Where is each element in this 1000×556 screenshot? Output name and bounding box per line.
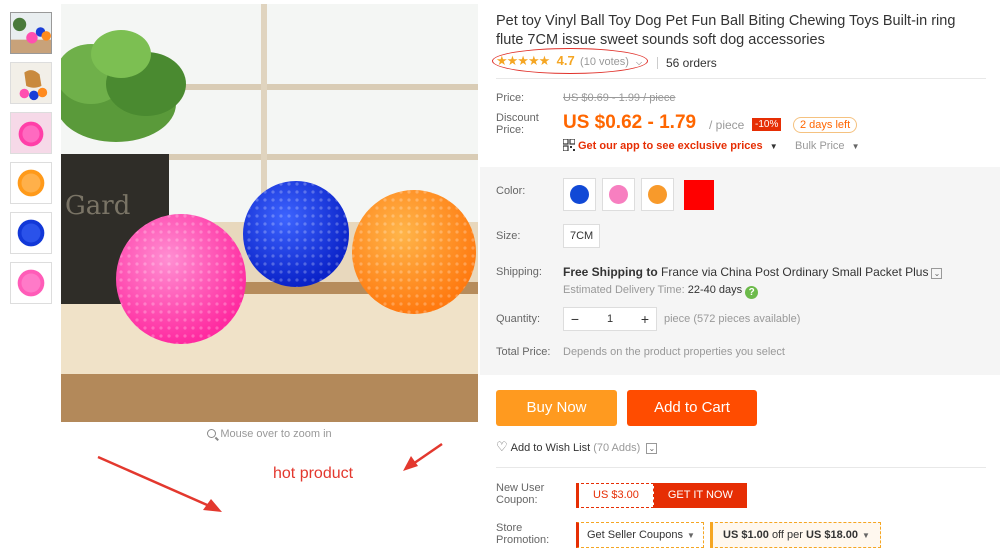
increase-button[interactable]: +: [634, 311, 656, 327]
hot-product-annotation: hot product: [273, 465, 354, 482]
bulk-price-dropdown[interactable]: Bulk Price ▼: [795, 140, 860, 152]
decrease-button[interactable]: −: [564, 311, 586, 327]
wish-list-link[interactable]: ♡ Add to Wish List (70 Adds) ⌄: [496, 439, 658, 455]
original-price: US $0.69 - 1.99 / piece: [563, 92, 676, 104]
size-label: Size:: [496, 230, 521, 242]
quantity-label: Quantity:: [496, 313, 541, 325]
thumbnail-4[interactable]: [10, 162, 52, 204]
caret-down-icon: ▼: [861, 531, 870, 540]
caret-down-icon: ▼: [687, 531, 695, 540]
shipping-label: Shipping:: [496, 266, 542, 278]
color-swatches: [563, 178, 720, 211]
heart-icon: ♡: [496, 439, 508, 454]
new-user-coupon: US $3.00 GET IT NOW: [576, 483, 747, 508]
svg-text:Gard: Gard: [65, 191, 130, 221]
zoom-hint: Mouse over to zoom in: [61, 428, 478, 440]
main-product-image[interactable]: Gard: [61, 4, 478, 422]
color-swatch-red[interactable]: [684, 180, 714, 210]
app-prices-link[interactable]: Get our app to see exclusive prices ▼: [563, 139, 778, 152]
new-user-label-2: Coupon:: [496, 494, 538, 506]
size-option-7cm[interactable]: 7CM: [563, 224, 601, 248]
rating-highlight-circle: [492, 48, 648, 74]
store-label-2: Promotion:: [496, 534, 550, 546]
orange-ball-icon: [648, 185, 667, 204]
thumbnail-1[interactable]: [10, 12, 52, 54]
seller-coupons-dropdown[interactable]: Get Seller Coupons ▼: [576, 522, 704, 548]
divider: [496, 78, 986, 79]
days-left-badge: 2 days left: [793, 117, 858, 133]
total-price-label: Total Price:: [496, 346, 551, 358]
shipping-dropdown-icon[interactable]: ⌄: [931, 268, 943, 279]
discount-percent-badge: -10%: [752, 118, 782, 131]
shipping-info: Free Shipping to France via China Post O…: [563, 265, 943, 279]
color-swatch-orange[interactable]: [641, 178, 674, 211]
qr-code-icon: [563, 139, 575, 151]
rating-row: ★★★★★ 4.7 (10 votes) ⌵ 56 orders: [492, 48, 986, 74]
magnifier-icon: [207, 429, 217, 438]
store-label-1: Store: [496, 522, 523, 534]
help-icon[interactable]: ?: [745, 286, 759, 299]
discount-label-1: Discount: [496, 112, 539, 124]
price-unit: / piece: [709, 118, 745, 132]
thumbnail-6[interactable]: [10, 262, 52, 304]
total-price-value: Depends on the product properties you se…: [563, 346, 785, 358]
thumbnail-strip: [10, 12, 54, 312]
thumbnail-3[interactable]: [10, 112, 52, 154]
new-user-label-1: New User: [496, 482, 545, 494]
quantity-stepper: − 1 +: [563, 307, 657, 331]
discount-price: US $0.62 - 1.79: [563, 112, 697, 133]
product-info-panel: Pet toy Vinyl Ball Toy Dog Pet Fun Ball …: [480, 0, 1000, 556]
add-to-cart-button[interactable]: Add to Cart: [627, 390, 757, 426]
availability-text: piece (572 pieces available): [664, 313, 801, 325]
price-label: Price:: [496, 92, 525, 104]
discount-label-2: Price:: [496, 124, 525, 136]
thumbnail-2[interactable]: [10, 62, 52, 104]
product-title: Pet toy Vinyl Ball Toy Dog Pet Fun Ball …: [496, 13, 956, 48]
buy-now-button[interactable]: Buy Now: [496, 390, 617, 426]
color-swatch-blue[interactable]: [563, 178, 596, 211]
chevron-down-icon: ⌄: [646, 443, 658, 454]
divider: [496, 467, 986, 468]
caret-down-icon: ▼: [769, 142, 778, 151]
delivery-time: Estimated Delivery Time: 22-40 days?: [563, 284, 759, 299]
quantity-input[interactable]: 1: [586, 313, 634, 325]
get-it-now-button[interactable]: GET IT NOW: [653, 483, 747, 508]
caret-down-icon: ▼: [851, 142, 860, 151]
color-swatch-pink[interactable]: [602, 178, 635, 211]
store-promotion-dropdown[interactable]: US $1.00 off per US $18.00 ▼: [710, 522, 881, 548]
pink-ball-icon: [609, 185, 628, 204]
orders-count: 56 orders: [657, 56, 717, 70]
thumbnail-5[interactable]: [10, 212, 52, 254]
blue-ball-icon: [570, 185, 589, 204]
color-label: Color:: [496, 185, 526, 197]
coupon-amount: US $3.00: [576, 483, 654, 508]
